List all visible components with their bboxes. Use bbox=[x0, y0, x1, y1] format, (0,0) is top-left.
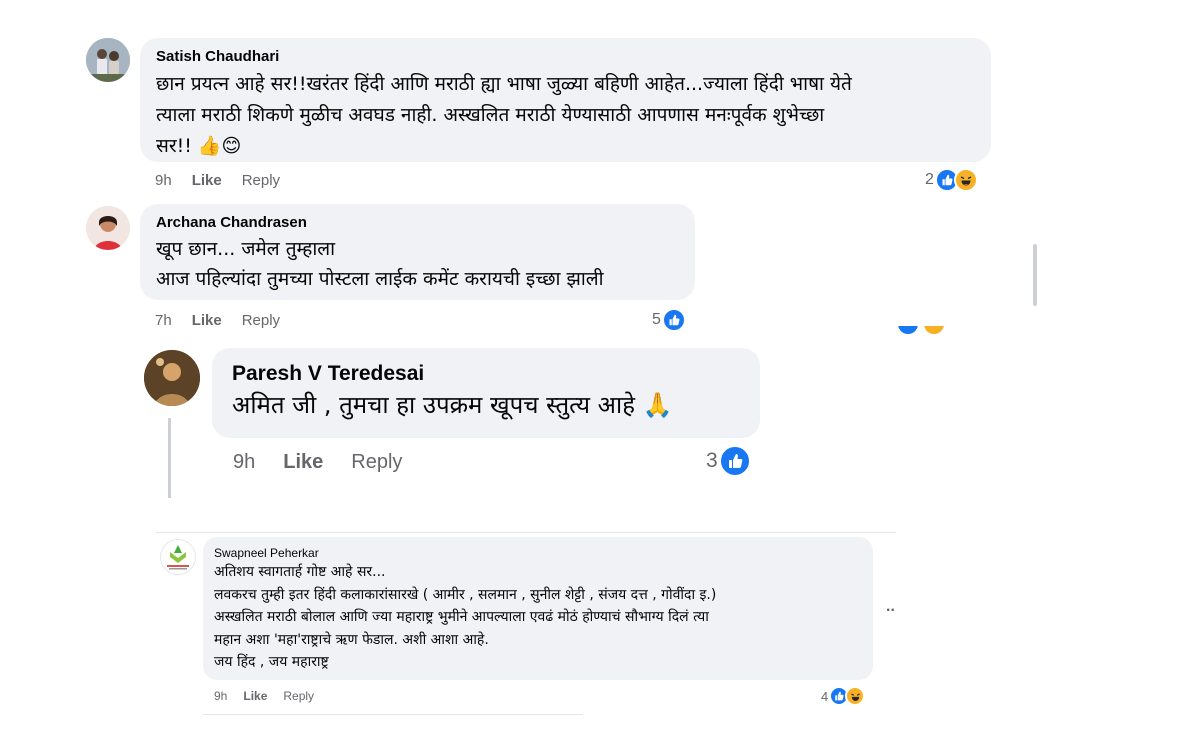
divider bbox=[203, 714, 583, 715]
hidden-reaction-icons bbox=[898, 326, 948, 334]
reply-button[interactable]: Reply bbox=[283, 689, 314, 703]
like-button[interactable]: Like bbox=[192, 172, 222, 189]
comment-bubble: Archana Chandrasen खूप छान... जमेल तुम्ह… bbox=[140, 204, 695, 300]
comment-time[interactable]: 9h bbox=[233, 451, 255, 474]
comment-actions: 9h Like Reply bbox=[214, 688, 314, 704]
comment-time[interactable]: 9h bbox=[214, 689, 227, 703]
avatar-photo-icon bbox=[86, 206, 130, 250]
comment-time[interactable]: 9h bbox=[155, 172, 172, 189]
like-button[interactable]: Like bbox=[192, 312, 222, 329]
reaction-count: 2 bbox=[925, 171, 934, 188]
comment-text: छान प्रयत्न आहे सर!!खरंतर हिंदी आणि मराठ… bbox=[156, 73, 852, 157]
scrollbar-thumb[interactable] bbox=[1033, 244, 1037, 306]
reaction-summary[interactable]: 2 bbox=[925, 168, 978, 192]
haha-reaction-icon bbox=[953, 168, 978, 192]
reaction-count: 4 bbox=[821, 688, 829, 704]
reaction-summary[interactable]: 4 bbox=[821, 686, 866, 706]
comment-bubble: Satish Chaudhari छान प्रयत्न आहे सर!!खरं… bbox=[140, 38, 991, 162]
avatar-photo-icon bbox=[144, 350, 200, 406]
comment-actions: 9h Like Reply bbox=[155, 170, 280, 190]
comment-actions: 7h Like Reply bbox=[155, 310, 280, 330]
like-button[interactable]: Like bbox=[283, 451, 323, 474]
reaction-count: 3 bbox=[706, 449, 718, 472]
avatar[interactable] bbox=[86, 38, 130, 82]
thread-line bbox=[168, 418, 171, 498]
avatar[interactable] bbox=[144, 350, 200, 406]
avatar[interactable] bbox=[160, 539, 196, 575]
comment-actions: 9h Like Reply bbox=[233, 448, 402, 476]
reaction-count: 5 bbox=[652, 311, 661, 328]
reaction-summary[interactable]: 5 bbox=[652, 308, 686, 332]
like-button[interactable]: Like bbox=[243, 689, 267, 703]
comment-bubble: Swapneel Peherkar अतिशय स्वागतार्ह गोष्ट… bbox=[203, 537, 873, 680]
reaction-summary[interactable]: 3 bbox=[706, 445, 751, 477]
comment-author[interactable]: Paresh V Teredesai bbox=[232, 360, 740, 388]
more-options-icon[interactable]: .. bbox=[886, 598, 895, 616]
divider bbox=[156, 532, 896, 533]
avatar-photo-icon bbox=[86, 38, 130, 82]
comment-text: अतिशय स्वागतार्ह गोष्ट आहे सर... लवकरच त… bbox=[214, 564, 717, 670]
comment-text: अमित जी , तुमचा हा उपक्रम खूपच स्तुत्य आ… bbox=[232, 391, 673, 419]
haha-reaction-icon bbox=[845, 686, 866, 706]
like-reaction-icon bbox=[661, 308, 686, 332]
reply-button[interactable]: Reply bbox=[351, 451, 402, 474]
comment-author[interactable]: Archana Chandrasen bbox=[156, 213, 679, 233]
comment-author[interactable]: Swapneel Peherkar bbox=[214, 545, 862, 561]
avatar-logo-icon bbox=[161, 540, 195, 574]
comment-author[interactable]: Satish Chaudhari bbox=[156, 47, 975, 67]
reply-button[interactable]: Reply bbox=[242, 312, 280, 329]
comment-time[interactable]: 7h bbox=[155, 312, 172, 329]
like-reaction-icon bbox=[718, 445, 751, 477]
comment-bubble: Paresh V Teredesai अमित जी , तुमचा हा उप… bbox=[212, 348, 760, 438]
comment-text: खूप छान... जमेल तुम्हाला आज पहिल्यांदा त… bbox=[156, 238, 604, 290]
avatar[interactable] bbox=[86, 206, 130, 250]
reply-button[interactable]: Reply bbox=[242, 172, 280, 189]
